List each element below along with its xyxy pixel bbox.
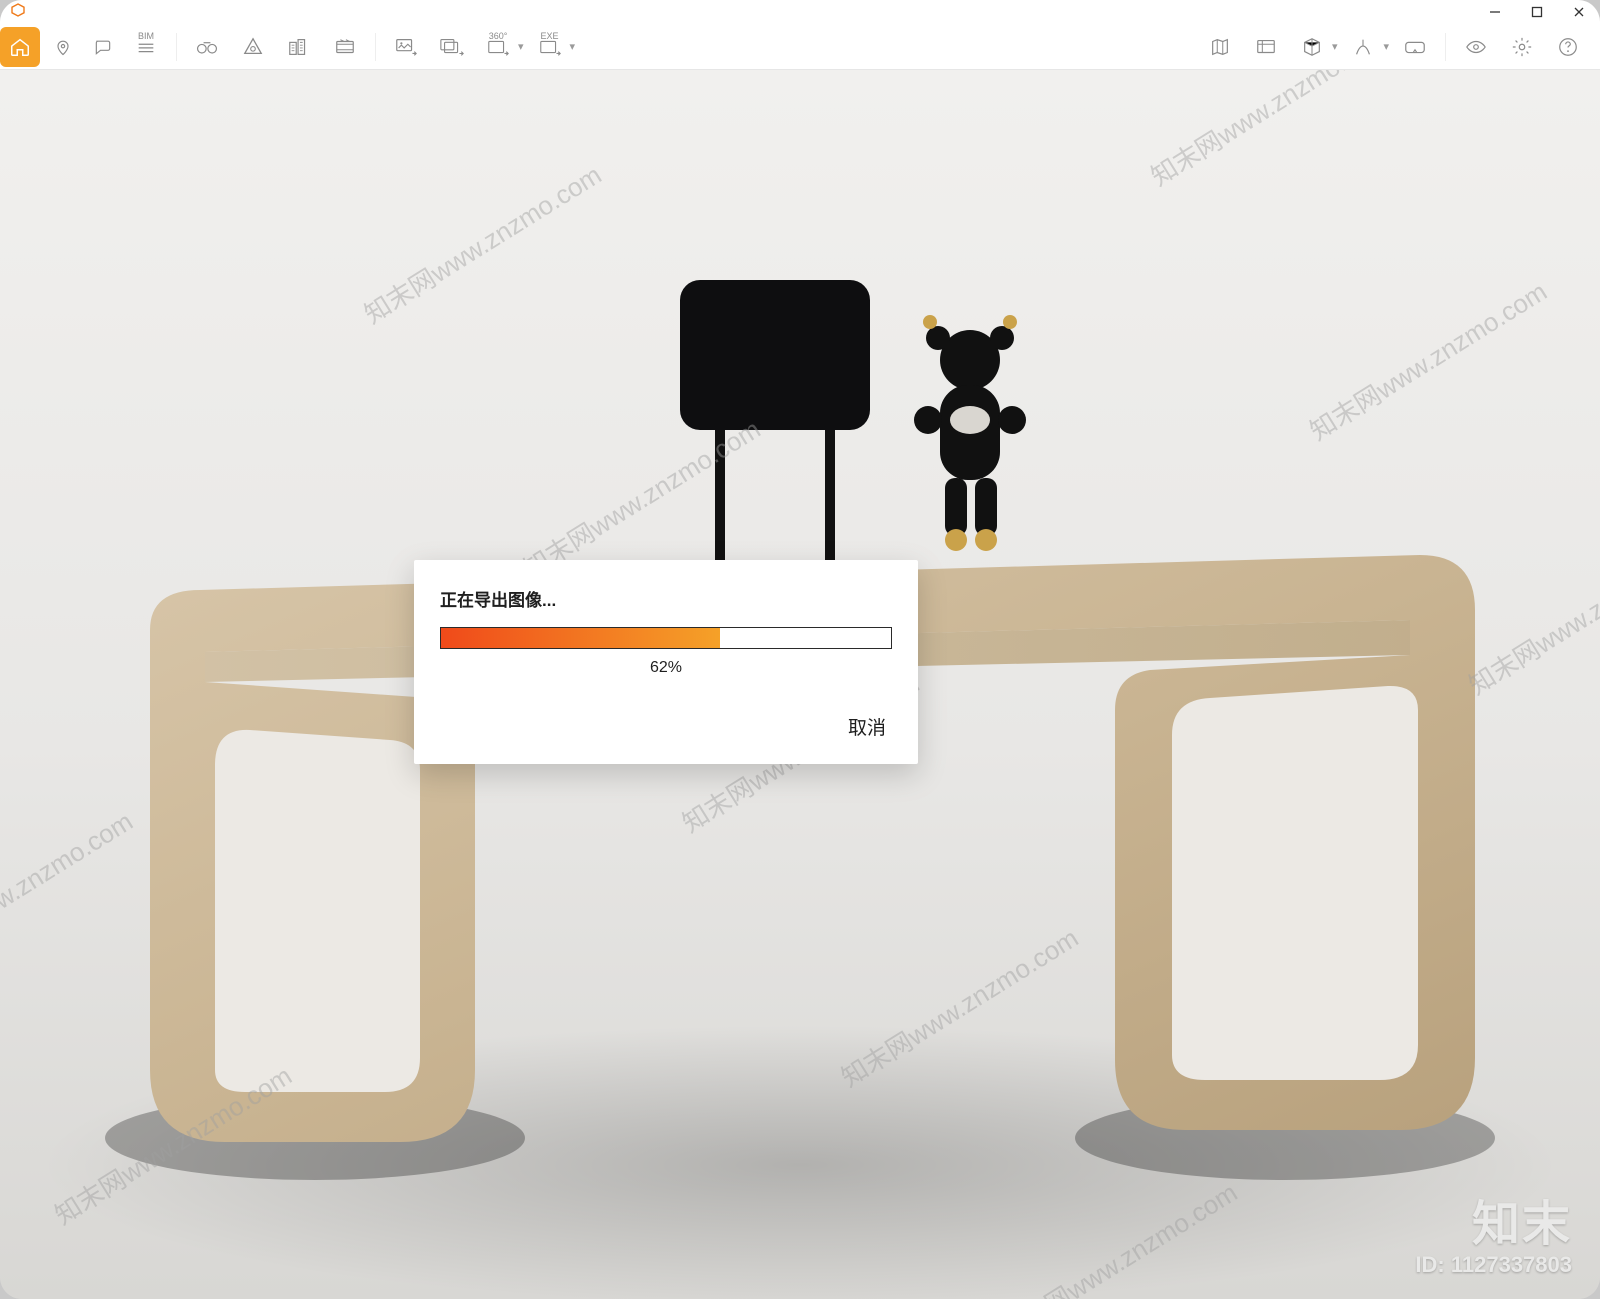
settings-button[interactable] [1502,27,1542,67]
progress-bar [440,627,892,649]
export-progress-dialog: 正在导出图像... 62% 取消 [414,560,918,764]
label-exe: EXE [541,31,559,41]
dropdown-chevron-icon[interactable]: ▾ [1332,40,1338,53]
dropdown-chevron-icon[interactable]: ▾ [570,40,576,53]
triangle-3d-button[interactable] [233,27,273,67]
bim-label: BIM [138,31,154,41]
export-360-button[interactable]: 360° [478,27,518,67]
export-image-button[interactable] [386,27,426,67]
vr-headset-button[interactable] [1395,27,1435,67]
toolbar-separator [1445,33,1446,61]
titlebar [0,0,1600,24]
toolbar-left-group: BIM 360° [0,27,575,67]
application-window: BIM 360° [0,0,1600,1299]
progress-bar-fill [441,628,720,648]
bim-layers-button[interactable]: BIM [126,27,166,67]
comment-button[interactable] [86,27,120,67]
window-maximize-button[interactable] [1530,5,1544,19]
toolbar-separator [375,33,376,61]
window-close-button[interactable] [1572,5,1586,19]
animation-button[interactable] [325,27,365,67]
media-library-button[interactable] [1246,27,1286,67]
cancel-button[interactable]: 取消 [842,709,892,744]
app-logo-icon [10,2,26,23]
export-exe-button[interactable]: EXE [530,27,570,67]
progress-percent-label: 62% [440,659,892,677]
label-360: 360° [489,31,508,41]
visibility-button[interactable] [1456,27,1496,67]
toolbar-right-group: ▾ ▾ [1200,27,1588,67]
dialog-title: 正在导出图像... [440,586,892,611]
cube-view-button[interactable] [1292,27,1332,67]
window-minimize-button[interactable] [1488,5,1502,19]
dropdown-chevron-icon[interactable]: ▾ [518,40,524,53]
help-button[interactable] [1548,27,1588,67]
toolbar: BIM 360° [0,24,1600,70]
export-batch-button[interactable] [432,27,472,67]
buildings-button[interactable] [279,27,319,67]
toolbar-separator [176,33,177,61]
section-button[interactable] [1343,27,1383,67]
dropdown-chevron-icon[interactable]: ▾ [1383,40,1389,53]
location-pin-button[interactable] [46,27,80,67]
home-button[interactable] [0,27,40,67]
binoculars-button[interactable] [187,27,227,67]
map-button[interactable] [1200,27,1240,67]
